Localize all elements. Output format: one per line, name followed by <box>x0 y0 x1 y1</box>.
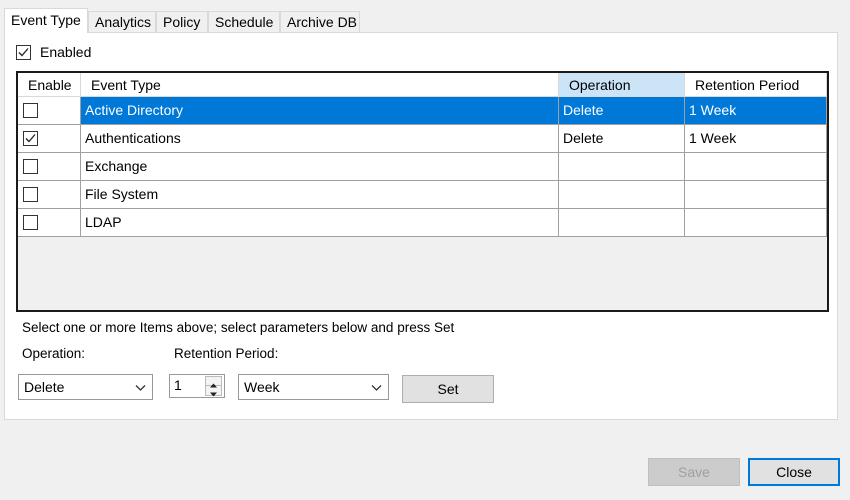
caret-down-icon <box>210 392 217 397</box>
retention-cell[interactable] <box>685 153 827 181</box>
tab-policy[interactable]: Policy <box>156 11 208 33</box>
event-type-grid[interactable]: Enable Event Type Operation Retention Pe… <box>16 71 829 312</box>
tab-label: Archive DB <box>287 14 358 30</box>
operation-cell[interactable] <box>559 153 685 181</box>
operation-label: Operation: <box>22 346 86 361</box>
retention-unit-select[interactable]: Week <box>238 374 389 400</box>
row-checkbox[interactable] <box>23 159 38 174</box>
operation-select-value: Delete <box>24 379 65 395</box>
event-type-panel: Enabled Enable Event Type Operation Rete… <box>4 32 838 420</box>
tab-event-type[interactable]: Event Type <box>4 8 88 33</box>
table-row[interactable]: File System <box>18 181 827 209</box>
retention-unit-value: Week <box>244 379 280 395</box>
table-row[interactable]: Active Directory Delete 1 Week <box>18 97 827 125</box>
tab-analytics[interactable]: Analytics <box>88 11 156 33</box>
tab-schedule[interactable]: Schedule <box>208 11 280 33</box>
enabled-checkbox[interactable] <box>16 45 31 60</box>
column-header-enable[interactable]: Enable <box>18 73 81 97</box>
column-header-operation[interactable]: Operation <box>559 73 685 97</box>
instruction-text: Select one or more Items above; select p… <box>22 320 455 335</box>
stepper-up-button[interactable] <box>206 377 221 388</box>
close-button[interactable]: Close <box>748 458 840 486</box>
operation-cell[interactable]: Delete <box>559 125 685 153</box>
retention-cell[interactable] <box>685 209 827 237</box>
enable-cell[interactable] <box>18 181 81 209</box>
retention-cell[interactable]: 1 Week <box>685 125 827 153</box>
operation-cell[interactable] <box>559 181 685 209</box>
enable-cell[interactable] <box>18 97 81 125</box>
retention-number-value[interactable]: 1 <box>174 377 182 393</box>
row-checkbox[interactable] <box>23 131 38 146</box>
table-row[interactable]: Authentications Delete 1 Week <box>18 125 827 153</box>
operation-cell[interactable] <box>559 209 685 237</box>
tab-label: Schedule <box>215 14 274 30</box>
event-type-cell[interactable]: Authentications <box>81 125 559 153</box>
table-row[interactable]: LDAP <box>18 209 827 237</box>
set-button[interactable]: Set <box>402 375 494 403</box>
row-checkbox[interactable] <box>23 103 38 118</box>
tab-label: Policy <box>163 14 201 30</box>
enable-cell[interactable] <box>18 153 81 181</box>
column-header-retention-period[interactable]: Retention Period <box>685 73 827 97</box>
table-row[interactable]: Exchange <box>18 153 827 181</box>
event-type-cell[interactable]: Active Directory <box>81 97 559 125</box>
stepper-down-button[interactable] <box>206 386 221 397</box>
enable-cell[interactable] <box>18 125 81 153</box>
enable-cell[interactable] <box>18 209 81 237</box>
tab-archive-db[interactable]: Archive DB <box>280 11 360 33</box>
enabled-label: Enabled <box>40 44 92 60</box>
column-header-event-type[interactable]: Event Type <box>81 73 559 97</box>
event-type-cell[interactable]: LDAP <box>81 209 559 237</box>
operation-select[interactable]: Delete <box>18 374 153 400</box>
event-type-cell[interactable]: File System <box>81 181 559 209</box>
tab-label: Event Type <box>11 12 81 28</box>
row-checkbox[interactable] <box>23 215 38 230</box>
save-button[interactable]: Save <box>648 458 740 486</box>
chevron-down-icon <box>371 380 382 396</box>
retention-cell[interactable] <box>685 181 827 209</box>
operation-cell[interactable]: Delete <box>559 97 685 125</box>
stepper-buttons <box>205 376 222 397</box>
retention-cell[interactable]: 1 Week <box>685 97 827 125</box>
tab-label: Analytics <box>95 14 152 30</box>
event-type-cell[interactable]: Exchange <box>81 153 559 181</box>
row-checkbox[interactable] <box>23 187 38 202</box>
chevron-down-icon <box>135 380 146 396</box>
retention-number-stepper[interactable]: 1 <box>169 374 225 398</box>
retention-period-label: Retention Period: <box>174 346 279 361</box>
